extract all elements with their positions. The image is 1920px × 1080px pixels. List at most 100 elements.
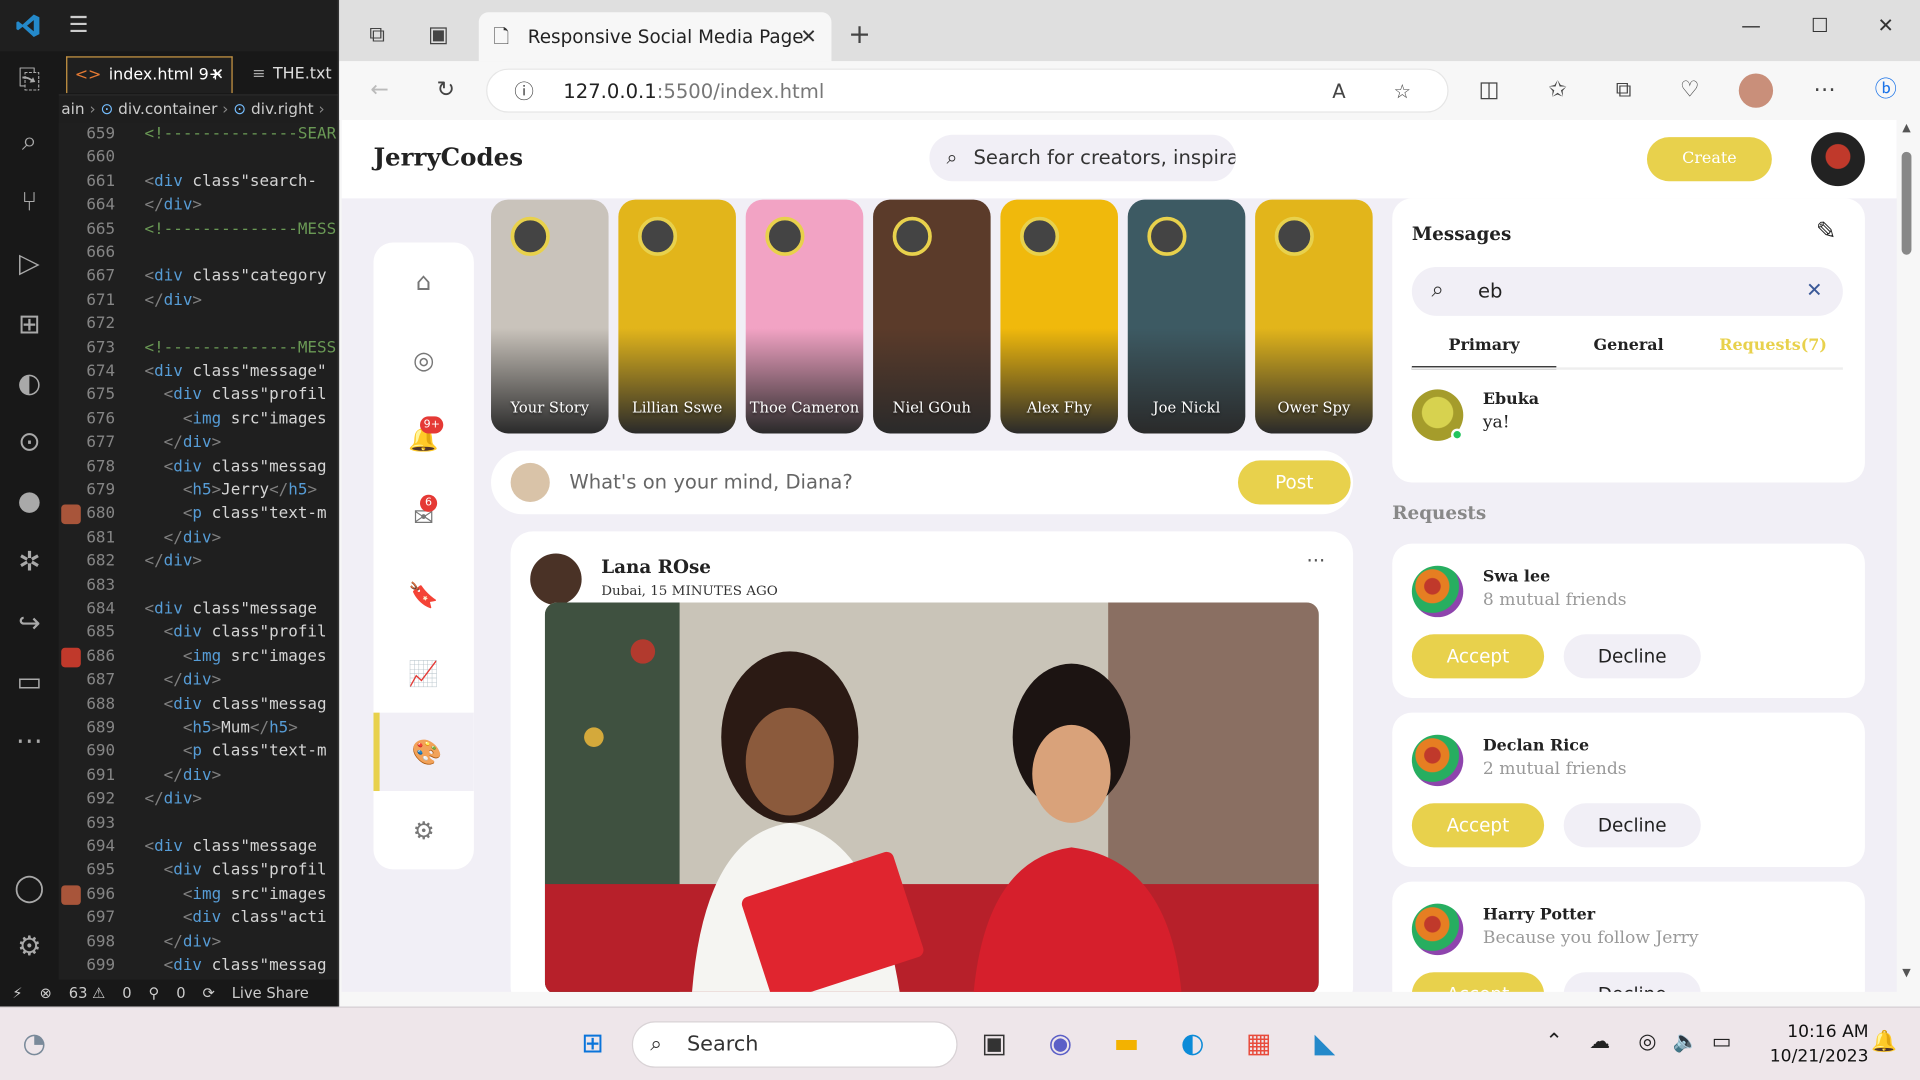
story-card[interactable]: Thoe Cameron: [745, 199, 864, 434]
code-line[interactable]: 661 <div class"search-: [59, 170, 338, 194]
request-name[interactable]: Declan Rice: [1483, 737, 1589, 755]
live-share-icon[interactable]: ↪: [12, 607, 46, 641]
story-card[interactable]: Joe Nickl: [1127, 199, 1246, 434]
close-window-icon[interactable]: ✕: [1858, 7, 1914, 44]
file-explorer-icon[interactable]: ▬: [1104, 1022, 1148, 1066]
code-line[interactable]: 685 <div class"profil: [59, 621, 338, 645]
sidebar-item-notifications[interactable]: 🔔 9+: [373, 399, 473, 477]
code-line[interactable]: 699 <div class"messag: [59, 954, 338, 978]
request-avatar[interactable]: [1411, 903, 1464, 956]
source-control-icon[interactable]: ⑂: [12, 186, 46, 220]
scroll-up-icon[interactable]: ▲: [1899, 122, 1914, 137]
decline-button[interactable]: Decline: [1563, 634, 1701, 679]
author-avatar[interactable]: [530, 553, 582, 605]
store-icon[interactable]: ▦: [1237, 1022, 1281, 1066]
post-options-icon[interactable]: ···: [1307, 549, 1326, 572]
explorer-icon[interactable]: ⎘: [12, 64, 46, 98]
extensions-icon[interactable]: ⊞: [12, 309, 46, 343]
code-line[interactable]: 690 <p class"text-m: [59, 740, 338, 764]
code-line[interactable]: 676 <img src"images: [59, 408, 338, 432]
code-line[interactable]: 677 </div>: [59, 431, 338, 455]
code-line[interactable]: 667 <div class"category: [59, 265, 338, 289]
decline-button[interactable]: Decline: [1563, 803, 1701, 848]
code-line[interactable]: 664 </div>: [59, 194, 338, 218]
git-graph-icon[interactable]: ⊙: [12, 426, 46, 460]
tab-primary[interactable]: Primary: [1411, 336, 1557, 370]
search-input[interactable]: ⌕ Search for creators, inspiral: [929, 134, 1236, 182]
profile-avatar[interactable]: [1738, 72, 1775, 109]
taskbar-search[interactable]: ⌕ Search: [631, 1021, 958, 1068]
request-name[interactable]: Swa lee: [1483, 568, 1550, 586]
site-info-icon[interactable]: ⓘ: [514, 70, 534, 114]
code-line[interactable]: 689 <h5>Mum</h5>: [59, 716, 338, 740]
favorite-star-icon[interactable]: ☆: [1393, 70, 1411, 114]
author-name[interactable]: Lana ROse: [601, 556, 711, 578]
sidebar-item-analytics[interactable]: 📈: [373, 634, 473, 712]
accept-button[interactable]: Accept: [1411, 803, 1545, 848]
decline-button[interactable]: Decline: [1563, 972, 1701, 992]
code-line[interactable]: 683: [59, 574, 338, 598]
browser-essentials-icon[interactable]: ♡: [1671, 72, 1708, 109]
volume-icon[interactable]: 🔈: [1673, 1030, 1699, 1054]
close-tab-icon[interactable]: ✕: [800, 12, 816, 61]
breadcrumb-item[interactable]: ain: [61, 99, 84, 117]
clear-search-icon[interactable]: ✕: [1806, 278, 1822, 301]
code-line[interactable]: 682 </div>: [59, 550, 338, 574]
ports-indicator[interactable]: ⚲ 0: [149, 984, 186, 1001]
code-line[interactable]: 694 <div class"message: [59, 835, 338, 859]
code-line[interactable]: 698 </div>: [59, 930, 338, 954]
code-line[interactable]: 672: [59, 312, 338, 336]
split-screen-icon[interactable]: ◫: [1471, 72, 1508, 109]
favorites-icon[interactable]: ✩: [1539, 72, 1576, 109]
read-aloud-icon[interactable]: A: [1332, 70, 1345, 114]
edge-devtools-icon[interactable]: ◐: [12, 367, 46, 401]
code-line[interactable]: 695 <div class"profil: [59, 859, 338, 883]
new-tab-button[interactable]: +: [841, 17, 878, 54]
refresh-icon[interactable]: ↻: [427, 72, 464, 109]
scroll-down-icon[interactable]: ▼: [1899, 967, 1914, 982]
clock[interactable]: 10:16 AM 10/21/2023: [1751, 1020, 1869, 1069]
vscode-taskbar-icon[interactable]: ◣: [1303, 1022, 1347, 1066]
code-line[interactable]: 666: [59, 241, 338, 265]
close-tab-icon[interactable]: ✕: [211, 58, 224, 95]
github-icon[interactable]: ●: [12, 485, 46, 519]
code-line[interactable]: 691 </div>: [59, 764, 338, 788]
page-scrollbar[interactable]: ▲ ▼: [1898, 122, 1913, 991]
story-card[interactable]: Your Story: [491, 199, 609, 434]
run-debug-icon[interactable]: ▷: [12, 247, 46, 281]
code-line[interactable]: 671 </div>: [59, 289, 338, 313]
code-line[interactable]: 684 <div class"message: [59, 598, 338, 622]
code-line[interactable]: 692 </div>: [59, 788, 338, 812]
accept-button[interactable]: Accept: [1411, 634, 1545, 679]
edge-icon[interactable]: ◐: [1171, 1022, 1215, 1066]
code-line[interactable]: 697 <div class"acti: [59, 906, 338, 930]
code-line[interactable]: 675 <div class"profil: [59, 384, 338, 408]
site-logo[interactable]: JerryCodes: [373, 142, 523, 171]
minimize-icon[interactable]: —: [1723, 7, 1779, 44]
onedrive-icon[interactable]: ☁: [1589, 1030, 1610, 1054]
sidebar-item-explore[interactable]: ◎: [373, 321, 473, 399]
code-editor[interactable]: 659 <!--------------SEAR 660 661 <div class"…: [58, 122, 338, 980]
start-icon[interactable]: ⊞: [571, 1022, 615, 1066]
back-icon[interactable]: ←: [361, 72, 398, 109]
vertical-tabs-icon[interactable]: ▣: [420, 17, 457, 54]
sidebar-item-theme[interactable]: 🎨: [373, 712, 474, 792]
code-line[interactable]: 673 <!--------------MESS: [59, 336, 338, 360]
notifications-icon[interactable]: 🔔: [1871, 1030, 1897, 1054]
code-line[interactable]: 674 <div class"message": [59, 360, 338, 384]
battery-icon[interactable]: ▭: [1712, 1030, 1732, 1054]
story-card[interactable]: Lillian Sswe: [618, 199, 736, 434]
code-line[interactable]: 659 <!--------------SEAR: [59, 122, 338, 146]
create-button[interactable]: Create: [1646, 137, 1772, 182]
maximize-icon[interactable]: ☐: [1791, 7, 1847, 44]
code-line[interactable]: 693: [59, 811, 338, 835]
tray-chevron-icon[interactable]: ⌃: [1545, 1030, 1562, 1054]
composer-input[interactable]: What's on your mind, Diana?: [569, 451, 852, 515]
story-card[interactable]: Niel GOuh: [873, 199, 991, 434]
code-line[interactable]: 665 <!--------------MESS: [59, 217, 338, 241]
story-card[interactable]: Alex Fhy: [1000, 199, 1118, 434]
code-line[interactable]: 696 <img src"images: [59, 883, 338, 907]
code-line[interactable]: 679 <h5>Jerry</h5>: [59, 479, 338, 503]
folder-icon[interactable]: ▭: [12, 666, 46, 700]
sidebar-item-messages[interactable]: ✉ 6: [373, 478, 473, 556]
